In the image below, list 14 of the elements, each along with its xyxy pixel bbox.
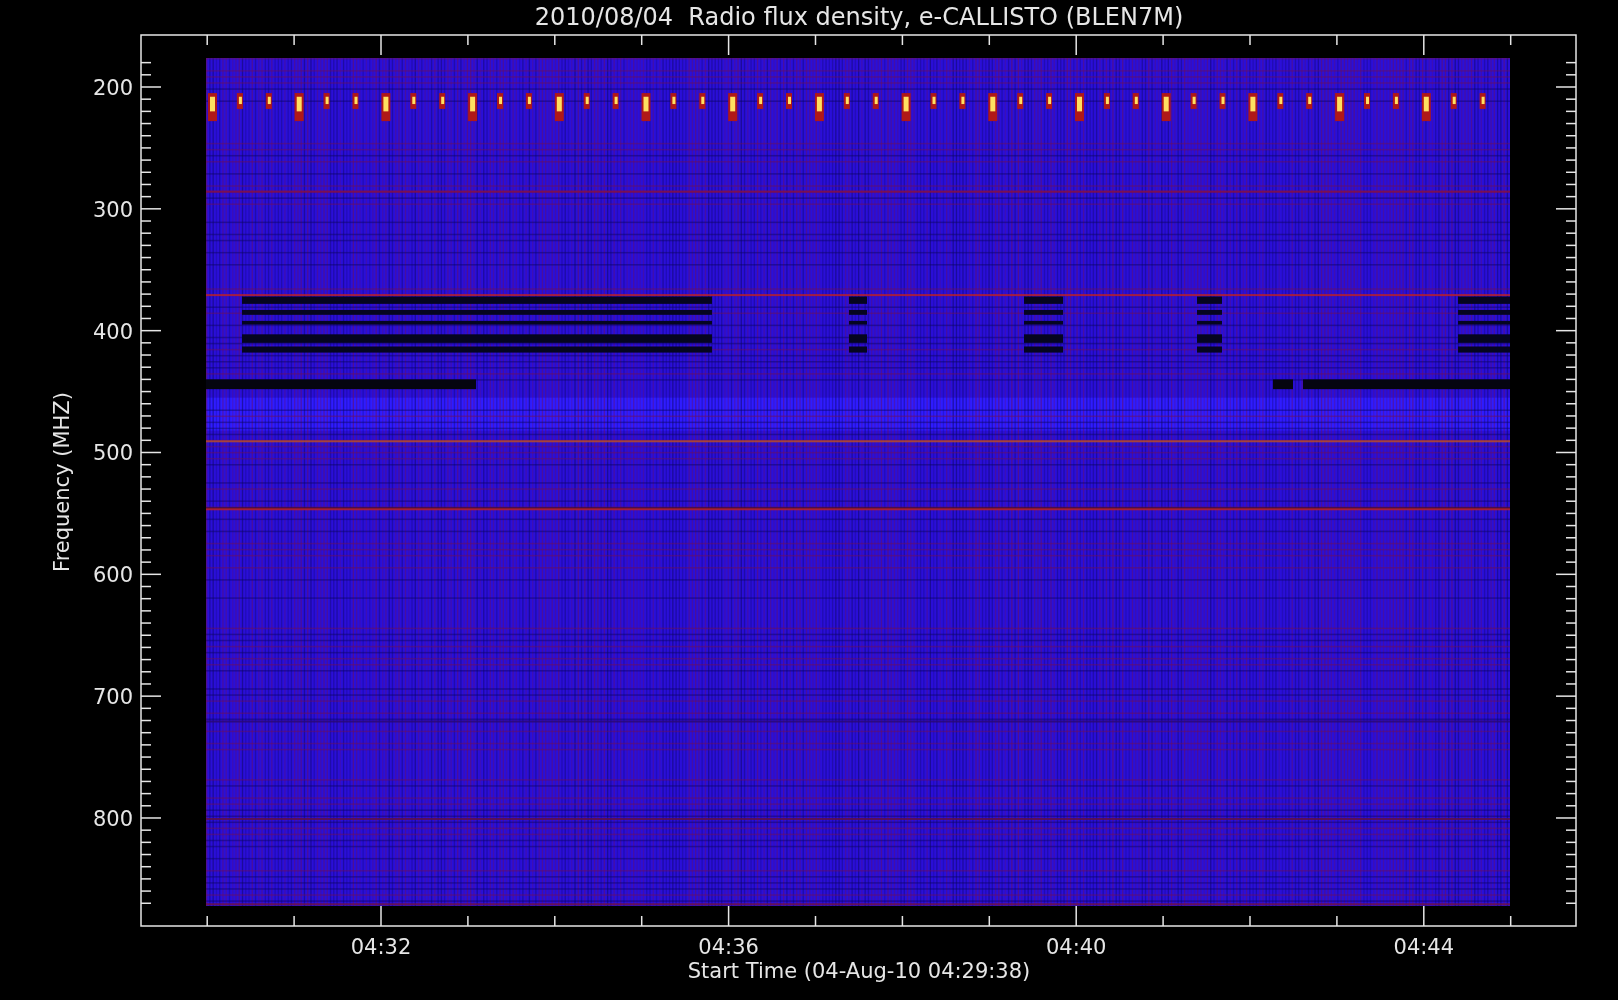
y-axis-label: Frequency (MHZ) <box>50 392 74 572</box>
y-tick-label: 500 <box>92 441 133 466</box>
x-tick-label: 04:40 <box>1045 935 1107 959</box>
chart-title: 2010/08/04 Radio flux density, e-CALLISTO (BLEN7M) <box>534 3 1184 31</box>
y-tick-label: 400 <box>92 319 133 344</box>
y-tick-label: 300 <box>92 197 133 222</box>
y-tick-label: 800 <box>92 807 133 831</box>
y-tick-label: 700 <box>92 685 133 710</box>
x-axis-label: Start Time (04-Aug-10 04:29:38) <box>687 959 1031 983</box>
x-tick-label: 04:32 <box>350 935 412 959</box>
y-tick-label: 600 <box>92 563 133 588</box>
x-tick-label: 04:44 <box>1393 935 1455 959</box>
x-tick-label: 04:36 <box>698 935 759 959</box>
y-tick-label: 200 <box>92 76 133 100</box>
